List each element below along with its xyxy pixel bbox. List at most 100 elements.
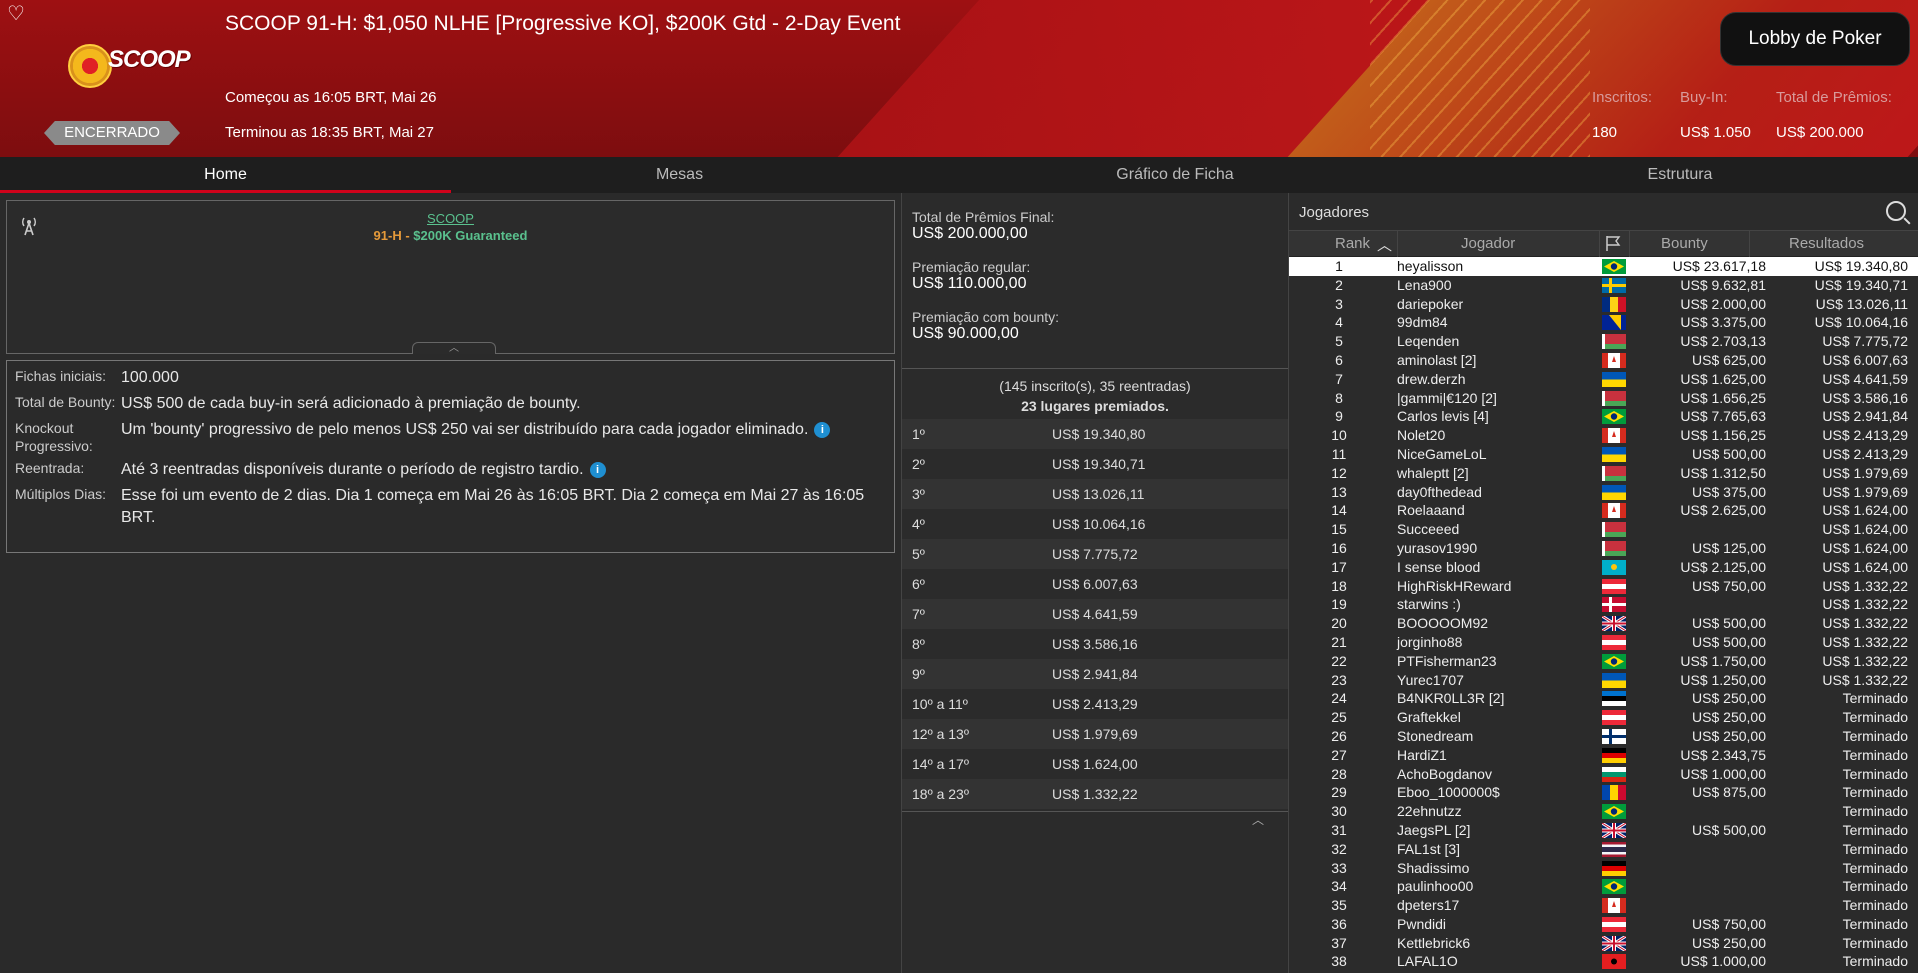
tab-tables[interactable]: Mesas [451,157,908,193]
player-row[interactable]: 26 Stonedream US$ 250,00 Terminado [1289,727,1918,746]
info-row-multi-day: Múltiplos Dias: Esse foi um evento de 2 … [15,485,886,529]
col-results[interactable]: Resultados [1789,235,1864,252]
total-prize-label: Total de Prêmios: [1776,89,1892,106]
player-row[interactable]: 8 |gammi|€120 [2] US$ 1.656,25 US$ 3.586,16 [1289,389,1918,408]
player-name: dariepoker [1397,295,1464,312]
player-result: US$ 1.979,69 [1822,464,1908,481]
player-bounty: US$ 1.250,00 [1680,671,1766,688]
player-row[interactable]: 36 Pwndidi US$ 750,00 Terminado [1289,915,1918,934]
country-flag-icon [1602,785,1626,801]
country-flag-icon [1602,259,1626,274]
player-bounty: US$ 250,00 [1692,690,1766,707]
info-icon[interactable]: i [814,422,831,438]
col-rank[interactable]: Rank [1335,235,1370,252]
player-row[interactable]: 27 HardiZ1 US$ 2.343,75 Terminado [1289,746,1918,765]
poker-lobby-button[interactable]: Lobby de Poker [1720,12,1910,66]
player-result: Terminado [1842,859,1908,876]
country-flag-icon [1602,954,1626,970]
player-row[interactable]: 34 paulinhoo00 Terminado [1289,877,1918,896]
player-result: US$ 2.941,84 [1822,408,1908,425]
player-row[interactable]: 24 B4NKR0LL3R [2] US$ 250,00 Terminado [1289,689,1918,708]
player-row[interactable]: 28 AchoBogdanov US$ 1.000,00 Terminado [1289,765,1918,784]
col-bounty[interactable]: Bounty [1661,235,1708,252]
registered-value: 180 [1592,124,1618,141]
player-row[interactable]: 2 Lena900 US$ 9.632,81 US$ 19.340,71 [1289,276,1918,295]
payout-place: 3º [912,486,925,502]
player-row[interactable]: 25 Graftekkel US$ 250,00 Terminado [1289,708,1918,727]
player-rank: 12 [1331,464,1347,481]
player-row[interactable]: 12 whaleptt [2] US$ 1.312,50 US$ 1.979,69 [1289,464,1918,483]
player-row[interactable]: 14 Roelaaand US$ 2.625,00 US$ 1.624,00 [1289,501,1918,520]
player-rank: 3 [1335,295,1343,312]
player-row[interactable]: 30 22ehnutzz Terminado [1289,802,1918,821]
country-flag-icon [1602,371,1626,387]
tab-structure[interactable]: Estrutura [1442,157,1918,193]
tab-home[interactable]: Home [0,157,451,193]
favorite-heart-icon[interactable]: ♡ [7,3,29,25]
info-row-bounty-total: Total de Bounty: US$ 500 de cada buy-in … [15,393,886,415]
player-name: Nolet20 [1397,427,1446,444]
payout-amount: US$ 2.941,84 [1052,666,1138,682]
player-row[interactable]: 10 Nolet20 US$ 1.156,25 US$ 2.413,29 [1289,426,1918,445]
player-row[interactable]: 23 Yurec1707 US$ 1.250,00 US$ 1.332,22 [1289,671,1918,690]
sort-chevron-up-icon[interactable]: ︿ [1377,234,1392,255]
player-row[interactable]: 16 yurasov1990 US$ 125,00 US$ 1.624,00 [1289,539,1918,558]
player-bounty: US$ 250,00 [1692,709,1766,726]
player-rank: 13 [1331,483,1347,500]
player-rank: 32 [1331,840,1347,857]
player-row[interactable]: 13 day0fthedead US$ 375,00 US$ 1.979,69 [1289,483,1918,502]
player-row[interactable]: 22 PTFisherman23 US$ 1.750,00 US$ 1.332,22 [1289,652,1918,671]
country-flag-icon [1602,916,1626,932]
player-name: whaleptt [2] [1397,464,1469,481]
player-row[interactable]: 11 NiceGameLoL US$ 500,00 US$ 2.413,29 [1289,445,1918,464]
player-name: I sense blood [1397,558,1481,575]
info-value-text: Até 3 reentradas disponíveis durante o p… [121,461,584,478]
country-flag-icon [1602,315,1626,331]
payout-place: 5º [912,546,925,562]
search-icon[interactable] [1886,201,1906,221]
collapse-chevron-icon[interactable]: ︿ [1252,811,1264,828]
player-row[interactable]: 1 heyalisson US$ 23.617,18 US$ 19.340,80 [1289,257,1918,276]
player-row[interactable]: 7 drew.derzh US$ 1.625,00 US$ 4.641,59 [1289,370,1918,389]
player-bounty: US$ 750,00 [1692,577,1766,594]
player-row[interactable]: 21 jorginho88 US$ 500,00 US$ 1.332,22 [1289,633,1918,652]
player-name: drew.derzh [1397,370,1466,387]
player-row[interactable]: 3 dariepoker US$ 2.000,00 US$ 13.026,11 [1289,295,1918,314]
player-row[interactable]: 19 starwins :) US$ 1.332,22 [1289,595,1918,614]
country-flag-icon [1602,672,1626,688]
player-row[interactable]: 20 BOOOOOM92 US$ 500,00 US$ 1.332,22 [1289,614,1918,633]
player-row[interactable]: 31 JaegsPL [2] US$ 500,00 Terminado [1289,821,1918,840]
info-icon[interactable]: i [589,462,606,478]
player-row[interactable]: 18 HighRiskHReward US$ 750,00 US$ 1.332,22 [1289,577,1918,596]
payout-row: 14º a 17º US$ 1.624,00 [902,749,1288,779]
player-bounty: US$ 1.312,50 [1680,464,1766,481]
player-row[interactable]: 6 aminolast [2] US$ 625,00 US$ 6.007,63 [1289,351,1918,370]
player-row[interactable]: 32 FAL1st [3] Terminado [1289,840,1918,859]
player-row[interactable]: 29 Eboo_1000000$ US$ 875,00 Terminado [1289,783,1918,802]
prize-panel: Total de Prêmios Final: US$ 200.000,00 P… [901,193,1288,973]
country-flag-icon [1602,352,1626,368]
player-row[interactable]: 15 Succeeed US$ 1.624,00 [1289,520,1918,539]
player-rank: 15 [1331,521,1347,538]
player-row[interactable]: 5 Leqenden US$ 2.703,13 US$ 7.775,72 [1289,332,1918,351]
col-player[interactable]: Jogador [1461,235,1515,252]
tournament-header: ♡ SCOOP ENCERRADO SCOOP 91-H: $1,050 NLH… [0,0,1918,157]
player-row[interactable]: 37 Kettlebrick6 US$ 250,00 Terminado [1289,934,1918,953]
country-flag-icon [1602,860,1626,876]
player-rank: 4 [1335,314,1343,331]
player-row[interactable]: 38 LAFAL1O US$ 1.000,00 Terminado [1289,952,1918,971]
player-rank: 14 [1331,502,1347,519]
player-row[interactable]: 35 dpeters17 Terminado [1289,896,1918,915]
collapse-chevron-icon[interactable]: ︿ [412,342,496,354]
tab-chip-chart[interactable]: Gráfico de Ficha [908,157,1442,193]
player-bounty: US$ 2.703,13 [1680,333,1766,350]
event-guarantee: $200K Guaranteed [413,228,528,243]
flag-column-icon[interactable] [1604,234,1622,256]
player-row[interactable]: 4 99dm84 US$ 3.375,00 US$ 10.064,16 [1289,313,1918,332]
player-row[interactable]: 17 I sense blood US$ 2.125,00 US$ 1.624,00 [1289,558,1918,577]
scoop-link[interactable]: SCOOP [7,211,894,226]
player-row[interactable]: 33 Shadissimo Terminado [1289,859,1918,878]
player-name: |gammi|€120 [2] [1397,389,1497,406]
player-row[interactable]: 9 Carlos levis [4] US$ 7.765,63 US$ 2.941,8… [1289,407,1918,426]
players-column-header: Rank ︿ Jogador Bounty Resultados [1289,231,1918,257]
